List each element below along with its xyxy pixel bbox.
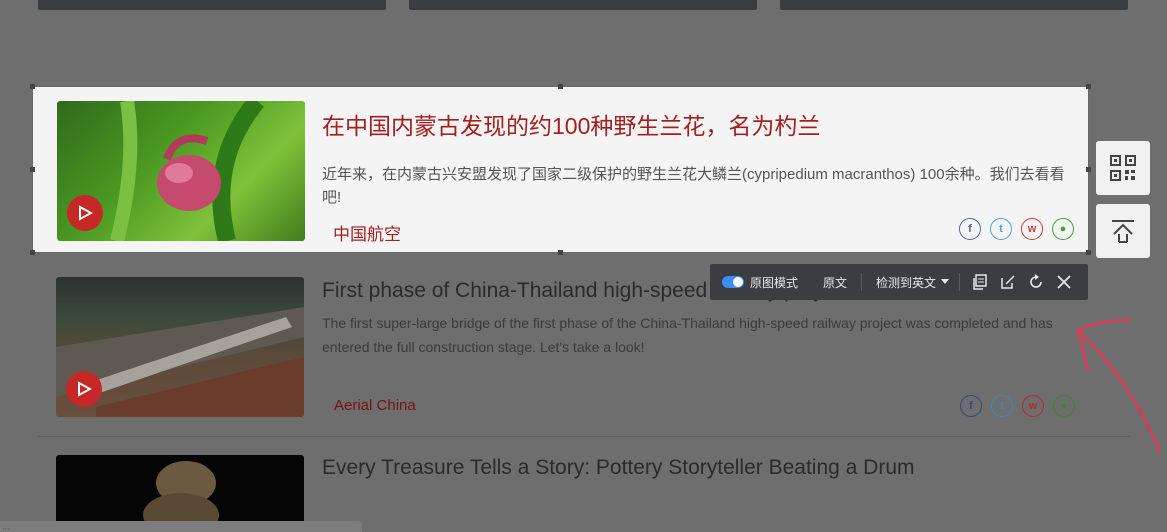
- card-description: The first super-large bridge of the firs…: [322, 315, 1053, 355]
- status-url: ...: [0, 521, 362, 532]
- refresh-icon[interactable]: [1026, 272, 1046, 292]
- edit-icon[interactable]: [998, 272, 1018, 292]
- video-thumbnail[interactable]: [56, 277, 304, 417]
- resize-handle[interactable]: [558, 250, 563, 255]
- weibo-icon[interactable]: w: [1022, 395, 1044, 417]
- close-icon[interactable]: [1054, 272, 1074, 292]
- qr-code-icon: [1110, 155, 1136, 181]
- arrow-up-icon: [1112, 220, 1134, 243]
- share-buttons: f t w ●: [960, 395, 1075, 417]
- original-mode-label[interactable]: 原图模式: [750, 274, 798, 291]
- card-title[interactable]: 在中国内蒙古发现的约100种野生兰花，名为杓兰: [322, 107, 820, 141]
- resize-handle[interactable]: [30, 250, 35, 255]
- divider: [861, 273, 863, 291]
- back-to-top-button[interactable]: [1096, 204, 1150, 258]
- card-source[interactable]: 中国航空: [333, 220, 401, 245]
- translation-toolbar: 原图模式 原文 检测到英文: [710, 264, 1088, 300]
- chevron-down-icon[interactable]: [941, 279, 950, 285]
- annotation-arrow-icon: [1077, 319, 1161, 453]
- top-card-edge: [780, 0, 1128, 10]
- news-card[interactable]: First phase of China-Thailand high-speed…: [38, 277, 1130, 437]
- facebook-icon[interactable]: f: [960, 395, 982, 417]
- card-title[interactable]: Every Treasure Tells a Story: Pottery St…: [322, 456, 915, 480]
- share-buttons: f t w ●: [959, 218, 1074, 240]
- weibo-icon[interactable]: w: [1021, 218, 1043, 240]
- resize-handle[interactable]: [1086, 167, 1091, 172]
- top-card-edge: [409, 0, 757, 10]
- divider: [959, 273, 961, 291]
- resize-handle[interactable]: [1086, 250, 1091, 255]
- resize-handle[interactable]: [30, 167, 35, 172]
- wechat-icon[interactable]: ●: [1052, 218, 1074, 240]
- top-card-edge: [38, 0, 386, 10]
- original-text-button[interactable]: 原文: [823, 274, 847, 291]
- video-thumbnail[interactable]: [57, 101, 305, 241]
- qr-code-button[interactable]: [1096, 141, 1150, 195]
- highlighted-news-card[interactable]: 在中国内蒙古发现的约100种野生兰花，名为杓兰 近年来，在内蒙古兴安盟发现了国家…: [30, 84, 1091, 255]
- play-icon[interactable]: [67, 195, 103, 231]
- facebook-icon[interactable]: f: [959, 218, 981, 240]
- card-description: 近年来，在内蒙古兴安盟发现了国家二级保护的野生兰花大鳞兰(cypripedium…: [322, 166, 1065, 206]
- resize-handle[interactable]: [30, 84, 35, 89]
- detect-language-dropdown[interactable]: 检测到英文: [876, 274, 936, 291]
- resize-handle[interactable]: [1086, 84, 1091, 89]
- original-mode-toggle[interactable]: [722, 276, 744, 288]
- play-icon[interactable]: [66, 371, 102, 407]
- divider: [814, 273, 815, 291]
- resize-handle[interactable]: [558, 84, 563, 89]
- card-source[interactable]: Aerial China: [334, 397, 416, 414]
- copy-icon[interactable]: [970, 272, 990, 292]
- twitter-icon[interactable]: t: [991, 395, 1013, 417]
- twitter-icon[interactable]: t: [990, 218, 1012, 240]
